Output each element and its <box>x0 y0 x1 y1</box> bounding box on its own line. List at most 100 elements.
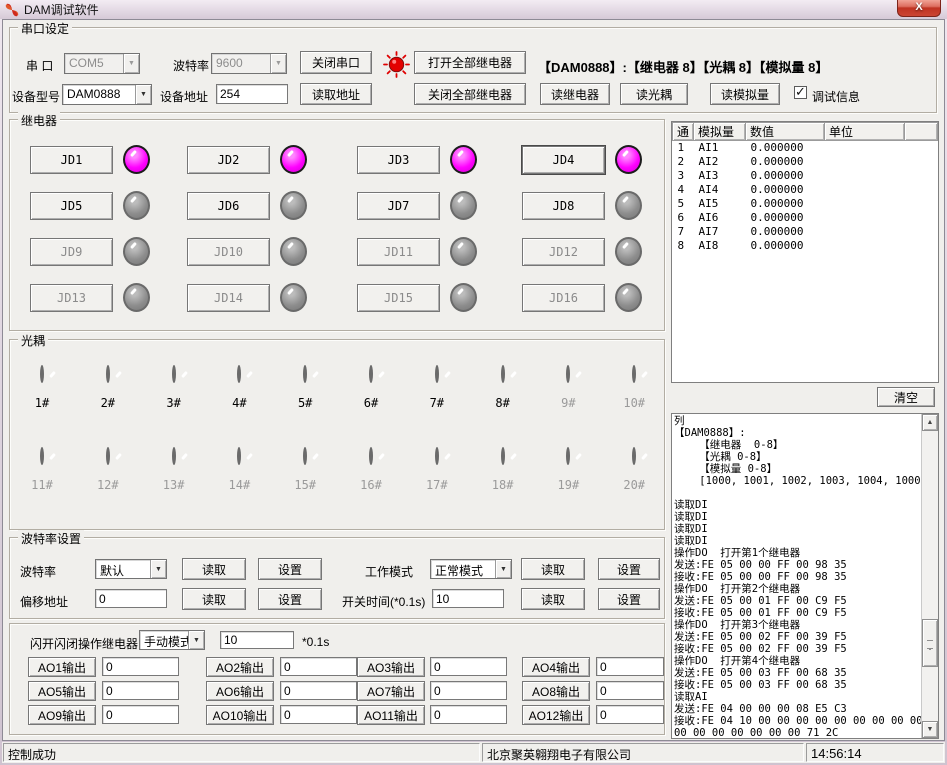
ao-output-button-12[interactable]: AO12输出 <box>522 705 590 725</box>
relay-button-jd4[interactable]: JD4 <box>522 146 605 174</box>
switch-time-set-button[interactable]: 设置 <box>598 588 660 610</box>
relay-button-jd3[interactable]: JD3 <box>357 146 440 174</box>
ao-output-input-3[interactable] <box>430 657 507 676</box>
relay-button-jd8[interactable]: JD8 <box>522 192 605 220</box>
relay-button-jd13[interactable]: JD13 <box>30 284 113 312</box>
ao-output-input-4[interactable] <box>596 657 664 676</box>
ao-output-input-7[interactable] <box>430 681 507 700</box>
ao-output-input-2[interactable] <box>280 657 357 676</box>
relay-button-jd2[interactable]: JD2 <box>187 146 270 174</box>
ao-output-button-6[interactable]: AO6输出 <box>206 681 274 701</box>
switch-time-input[interactable] <box>432 589 504 608</box>
read-analog-button[interactable]: 读模拟量 <box>710 83 780 105</box>
table-cell: 8 <box>673 239 694 253</box>
ao-output-button-11[interactable]: AO11输出 <box>357 705 425 725</box>
ao-output-input-11[interactable] <box>430 705 507 724</box>
analog-column-header[interactable]: 数值 <box>746 123 825 141</box>
relay-button-jd1[interactable]: JD1 <box>30 146 113 174</box>
table-cell: 0.000000 <box>746 169 825 183</box>
offset-address-input[interactable] <box>95 589 167 608</box>
opto-led-13 <box>172 447 176 465</box>
opto-label: 9# <box>538 396 598 410</box>
debug-info-checkbox[interactable] <box>794 86 807 99</box>
serial-group-title: 串口设定 <box>18 20 72 37</box>
flash-time-input[interactable] <box>220 631 294 649</box>
analog-column-header[interactable]: 通 <box>673 123 694 141</box>
ao-output-button-5[interactable]: AO5输出 <box>28 681 96 701</box>
ao-output-input-1[interactable] <box>102 657 179 676</box>
relay-button-jd9[interactable]: JD9 <box>30 238 113 266</box>
baudrate-setting-combobox[interactable]: 默认 ▼ <box>95 559 167 579</box>
relay-button-jd14[interactable]: JD14 <box>187 284 270 312</box>
relay-button-jd7[interactable]: JD7 <box>357 192 440 220</box>
relay-button-jd12[interactable]: JD12 <box>522 238 605 266</box>
table-cell <box>825 141 905 155</box>
flash-mode-combobox[interactable]: 手动模式 ▼ <box>139 630 205 650</box>
close-all-relays-button[interactable]: 关闭全部继电器 <box>414 83 526 105</box>
opto-cell: 5# <box>275 367 335 410</box>
read-opto-button[interactable]: 读光耦 <box>620 83 688 105</box>
clear-log-button[interactable]: 清空 <box>877 387 935 407</box>
offset-set-button[interactable]: 设置 <box>258 588 322 610</box>
device-model-combobox[interactable]: DAM0888 ▼ <box>62 84 152 105</box>
read-relays-button[interactable]: 读继电器 <box>540 83 610 105</box>
ao-output-button-2[interactable]: AO2输出 <box>206 657 274 677</box>
log-panel[interactable]: 列 【DAM0888】: 【继电器 0-8】 【光耦 0-8】 【模拟量 0-8… <box>671 413 939 739</box>
ao-output-input-9[interactable] <box>102 705 179 724</box>
baud-set-button[interactable]: 设置 <box>258 558 322 580</box>
ao-output-button-10[interactable]: AO10输出 <box>206 705 274 725</box>
relay-button-jd10[interactable]: JD10 <box>187 238 270 266</box>
relay-button-jd11[interactable]: JD11 <box>357 238 440 266</box>
ao-output-input-10[interactable] <box>280 705 357 724</box>
ao-output-input-12[interactable] <box>596 705 664 724</box>
scroll-down-icon[interactable]: ▼ <box>922 721 938 738</box>
offset-read-button[interactable]: 读取 <box>182 588 246 610</box>
opto-led-11 <box>40 447 44 465</box>
opto-label: 14# <box>209 478 269 492</box>
relay-led-jd15 <box>450 283 477 312</box>
log-text: 列 【DAM0888】: 【继电器 0-8】 【光耦 0-8】 【模拟量 0-8… <box>674 415 938 739</box>
switch-time-read-button[interactable]: 读取 <box>521 588 585 610</box>
ao-output-input-5[interactable] <box>102 681 179 700</box>
device-address-input[interactable] <box>216 84 288 104</box>
port-combobox[interactable]: COM5 ▼ <box>64 53 140 74</box>
analog-column-header[interactable] <box>905 123 938 141</box>
analog-column-header[interactable]: 模拟量 <box>694 123 746 141</box>
ao-output-button-8[interactable]: AO8输出 <box>522 681 590 701</box>
relay-button-jd15[interactable]: JD15 <box>357 284 440 312</box>
ao-output-button-7[interactable]: AO7输出 <box>357 681 425 701</box>
debug-info-label: 调试信息 <box>812 88 860 105</box>
table-cell: AI1 <box>694 141 746 155</box>
relay-button-jd6[interactable]: JD6 <box>187 192 270 220</box>
ao-output-input-8[interactable] <box>596 681 664 700</box>
chevron-down-icon: ▼ <box>270 54 286 73</box>
work-mode-set-button[interactable]: 设置 <box>598 558 660 580</box>
scrollbar-thumb[interactable] <box>922 619 938 667</box>
flash-time-unit-label: *0.1s <box>302 635 329 649</box>
scroll-up-icon[interactable]: ▲ <box>922 414 938 431</box>
log-scrollbar[interactable]: ▲ ▼ <box>921 414 938 738</box>
relay-cell: JD16 <box>522 283 642 312</box>
analog-table-header-row: 通模拟量数值单位 <box>673 123 938 141</box>
relay-cell: JD12 <box>522 237 642 266</box>
read-address-button[interactable]: 读取地址 <box>300 83 372 105</box>
ao-output-button-3[interactable]: AO3输出 <box>357 657 425 677</box>
relay-button-jd16[interactable]: JD16 <box>522 284 605 312</box>
work-mode-read-button[interactable]: 读取 <box>521 558 585 580</box>
opto-led-7 <box>435 365 439 383</box>
open-all-relays-button[interactable]: 打开全部继电器 <box>414 51 526 74</box>
ao-output-input-6[interactable] <box>280 681 357 700</box>
opto-cell: 15# <box>275 449 335 492</box>
ao-output-button-4[interactable]: AO4输出 <box>522 657 590 677</box>
baudrate-combobox[interactable]: 9600 ▼ <box>211 53 287 74</box>
ao-output-button-9[interactable]: AO9输出 <box>28 705 96 725</box>
relay-button-jd5[interactable]: JD5 <box>30 192 113 220</box>
ao-output-button-1[interactable]: AO1输出 <box>28 657 96 677</box>
opto-label: 2# <box>78 396 138 410</box>
opto-led-10 <box>632 365 636 383</box>
close-port-button[interactable]: 关闭串口 <box>300 51 372 74</box>
baud-read-button[interactable]: 读取 <box>182 558 246 580</box>
analog-column-header[interactable]: 单位 <box>825 123 905 141</box>
close-button[interactable]: X <box>897 0 941 17</box>
work-mode-combobox[interactable]: 正常模式 ▼ <box>430 559 512 579</box>
